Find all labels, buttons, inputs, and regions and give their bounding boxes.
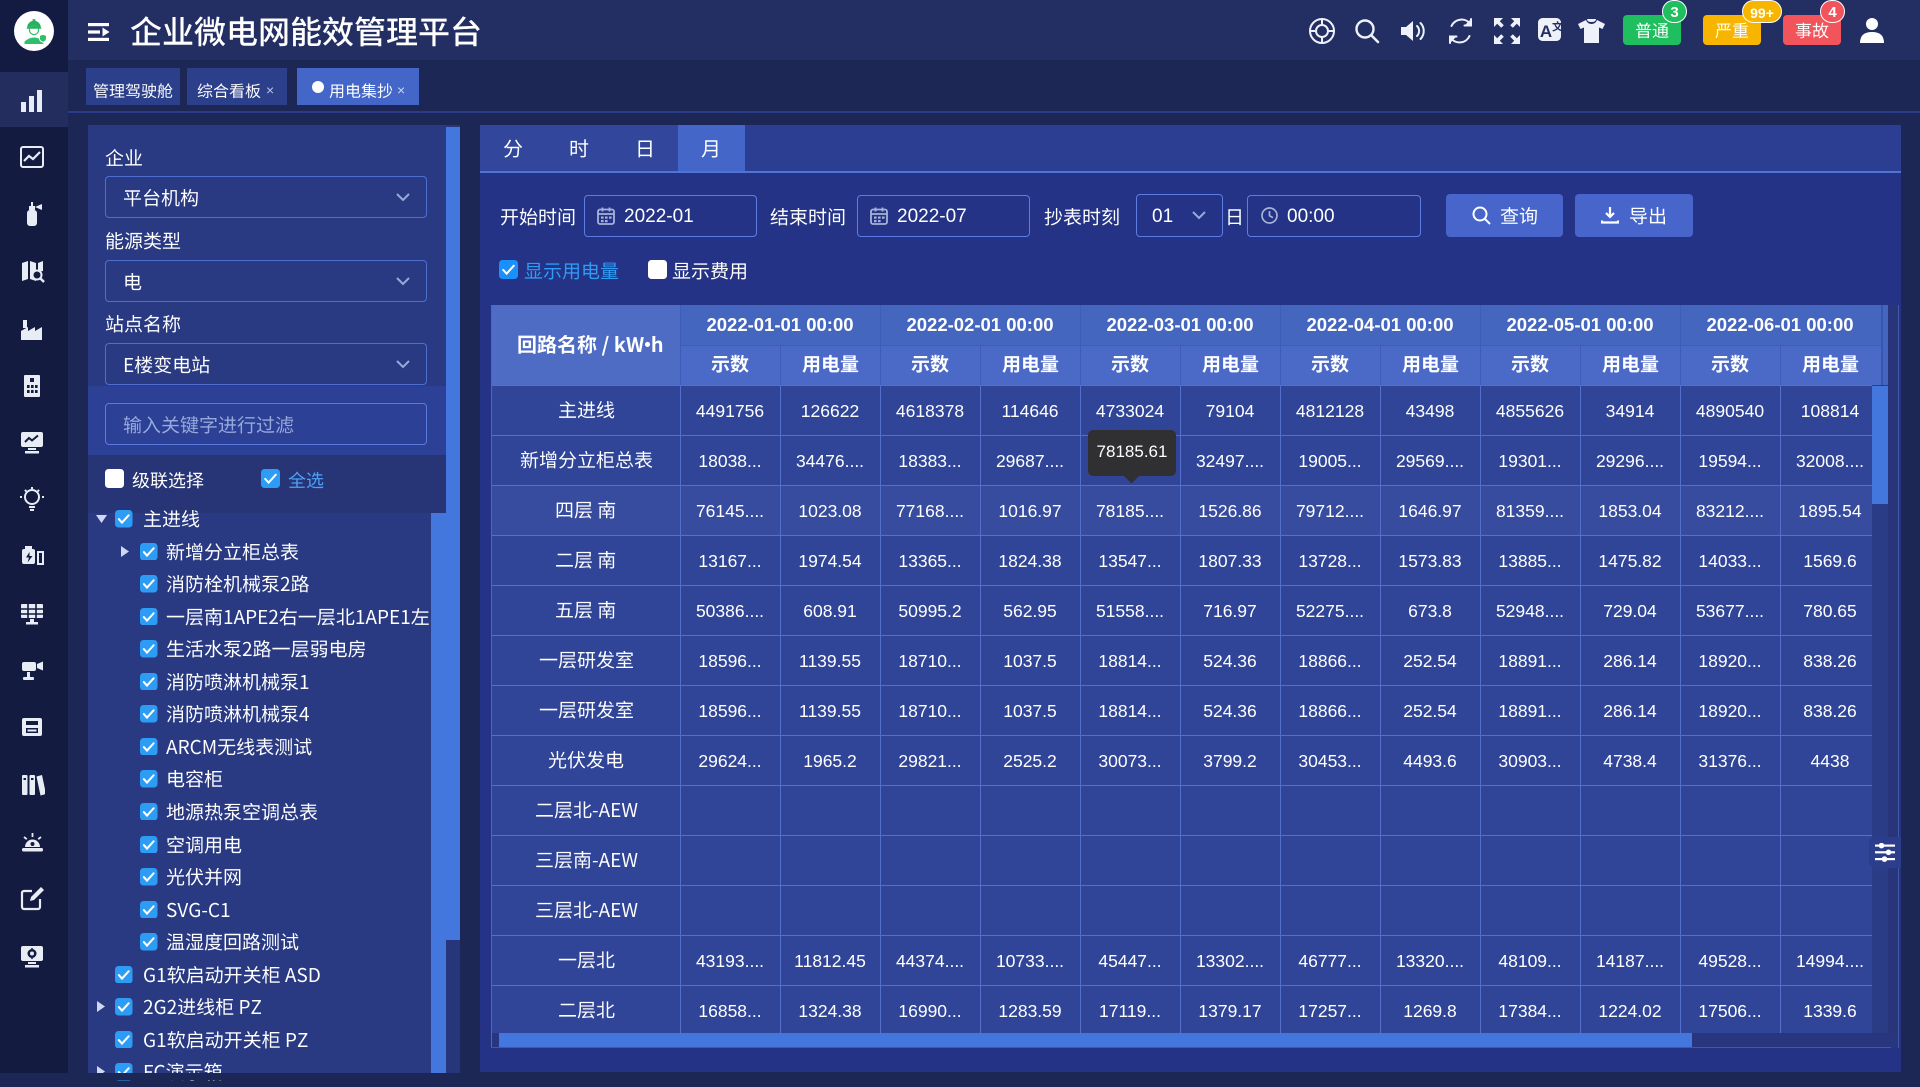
svg-text:A: A <box>1540 22 1552 41</box>
